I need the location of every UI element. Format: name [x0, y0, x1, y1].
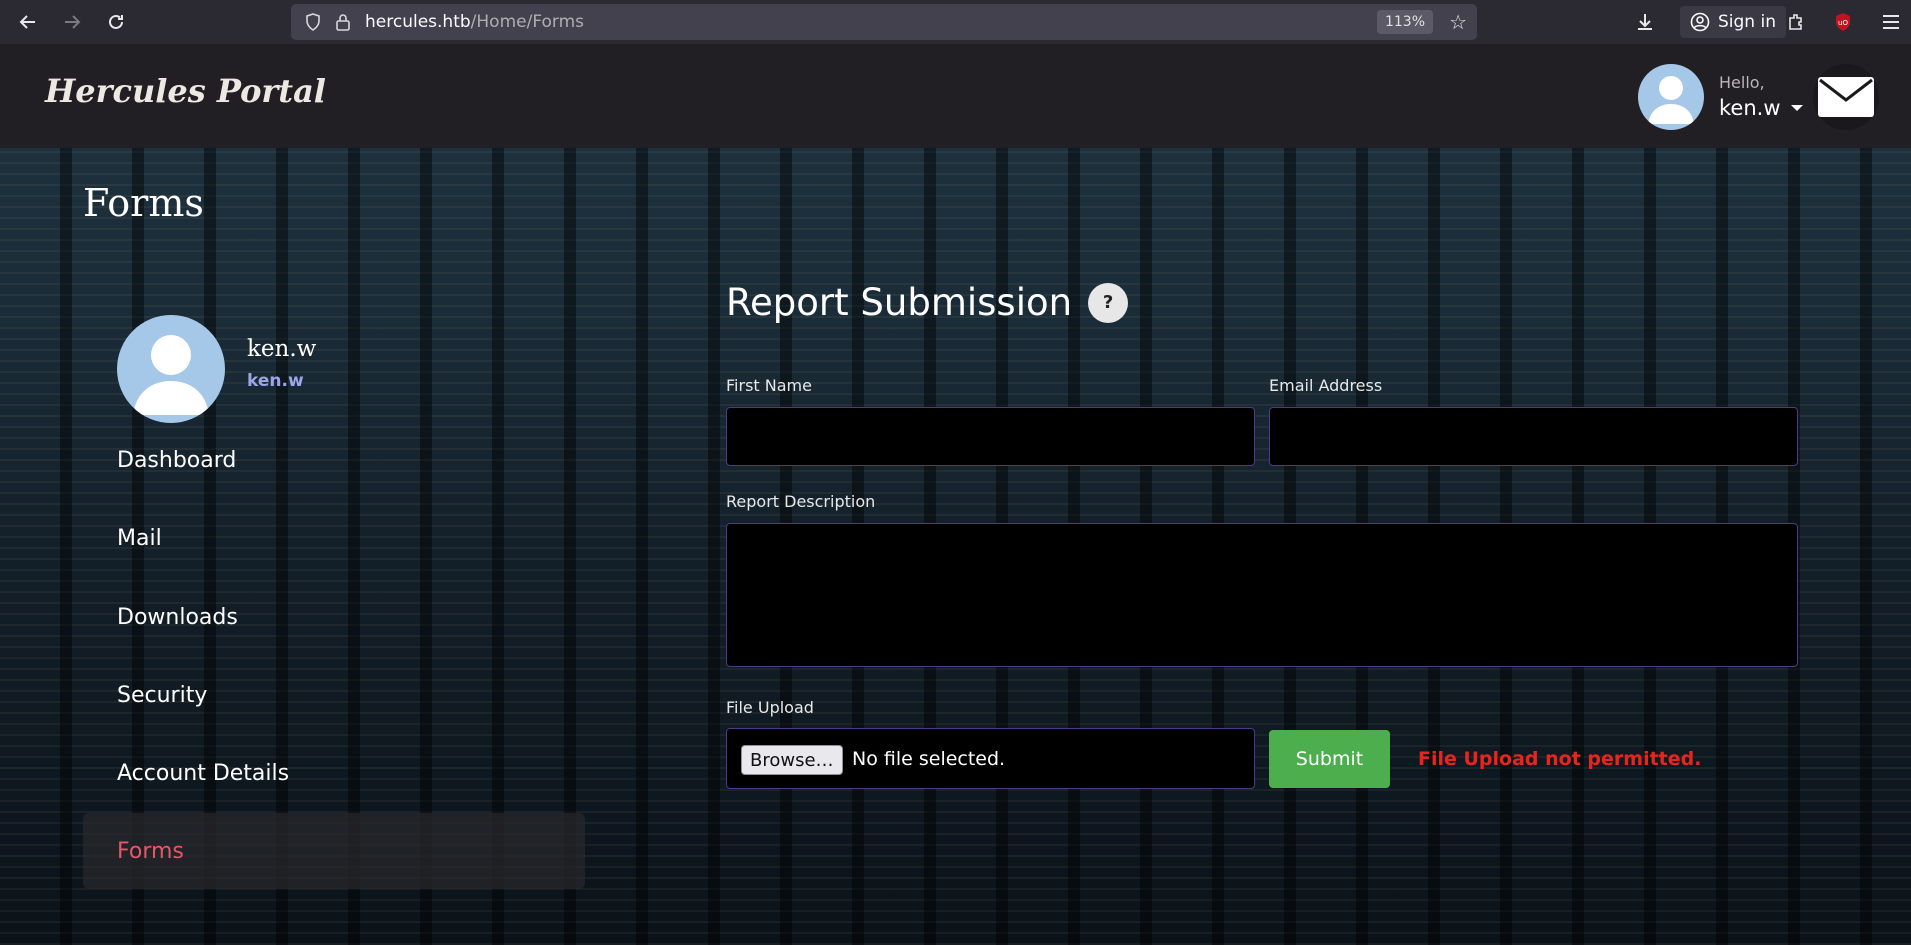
sidebar-item-label: Account Details — [117, 760, 290, 786]
first-name-label: First Name — [726, 376, 812, 395]
sidebar-user-sub: ken.w — [247, 371, 304, 391]
hello-text: Hello, — [1719, 73, 1765, 92]
first-name-input[interactable] — [726, 407, 1255, 466]
sidebar-avatar — [117, 315, 225, 423]
description-label: Report Description — [726, 492, 876, 511]
submit-button[interactable]: Submit — [1269, 730, 1390, 788]
email-input[interactable] — [1269, 407, 1798, 466]
help-button[interactable]: ? — [1088, 282, 1129, 323]
user-icon — [133, 335, 209, 415]
sidebar-item-mail[interactable]: Mail — [83, 500, 585, 576]
caret-down-icon — [1790, 105, 1803, 111]
header-username: ken.w — [1719, 96, 1781, 120]
sidebar-item-label: Mail — [117, 525, 162, 551]
mail-button[interactable] — [1813, 64, 1879, 130]
user-menu-toggle[interactable]: ken.w — [1719, 96, 1803, 120]
sidebar-item-forms[interactable]: Forms — [83, 813, 585, 889]
sidebar-item-label: Dashboard — [117, 447, 237, 473]
back-icon[interactable] — [8, 2, 48, 42]
url-bar[interactable]: hercules.htb/Home/Forms 113% ☆ — [291, 4, 1477, 40]
form-title-text: Report Submission — [726, 281, 1073, 324]
ublock-icon[interactable]: uO — [1834, 0, 1852, 44]
zoom-level[interactable]: 113% — [1376, 10, 1433, 34]
download-icon[interactable] — [1634, 0, 1656, 44]
brand-logo[interactable]: Hercules Portal — [45, 72, 326, 110]
lock-icon[interactable] — [335, 13, 351, 31]
sidebar-item-downloads[interactable]: Downloads — [83, 579, 585, 655]
shield-icon[interactable] — [305, 13, 321, 31]
page-title: Forms — [83, 181, 204, 225]
url-path: /Home/Forms — [470, 12, 584, 32]
reload-icon[interactable] — [96, 2, 136, 42]
envelope-icon — [1818, 77, 1874, 117]
account-icon — [1690, 12, 1710, 32]
sidebar-user-name: ken.w — [247, 336, 317, 362]
extensions-icon[interactable] — [1786, 0, 1806, 44]
email-label: Email Address — [1269, 376, 1383, 395]
app-header: Hercules Portal Hello, ken.w — [0, 44, 1911, 148]
url-host: hercules.htb — [365, 12, 471, 32]
upload-error-message: File Upload not permitted. — [1418, 748, 1702, 770]
star-icon[interactable]: ☆ — [1449, 10, 1467, 34]
svg-text:uO: uO — [1838, 19, 1848, 27]
file-upload-label: File Upload — [726, 698, 814, 717]
sign-in-label: Sign in — [1718, 12, 1776, 32]
forward-icon[interactable] — [52, 2, 92, 42]
user-icon — [1648, 76, 1694, 124]
sidebar-item-label: Security — [117, 682, 208, 708]
browser-toolbar: hercules.htb/Home/Forms 113% ☆ Sign in u… — [0, 0, 1911, 44]
sidebar-item-label: Downloads — [117, 604, 238, 630]
sidebar-item-account-details[interactable]: Account Details — [83, 735, 585, 811]
sidebar-item-security[interactable]: Security — [83, 657, 585, 733]
avatar[interactable] — [1638, 64, 1704, 130]
menu-icon[interactable] — [1882, 0, 1900, 44]
description-textarea[interactable] — [726, 523, 1798, 667]
sidebar-item-dashboard[interactable]: Dashboard — [83, 422, 585, 498]
form-title: Report Submission ? — [726, 281, 1129, 324]
sidebar-item-label: Forms — [117, 838, 184, 864]
browse-button[interactable]: Browse… — [741, 745, 843, 775]
sign-in-button[interactable]: Sign in — [1680, 6, 1786, 38]
app-background: Hercules Portal Hello, ken.w Forms ken.w… — [0, 44, 1911, 945]
no-file-text: No file selected. — [852, 748, 1006, 770]
